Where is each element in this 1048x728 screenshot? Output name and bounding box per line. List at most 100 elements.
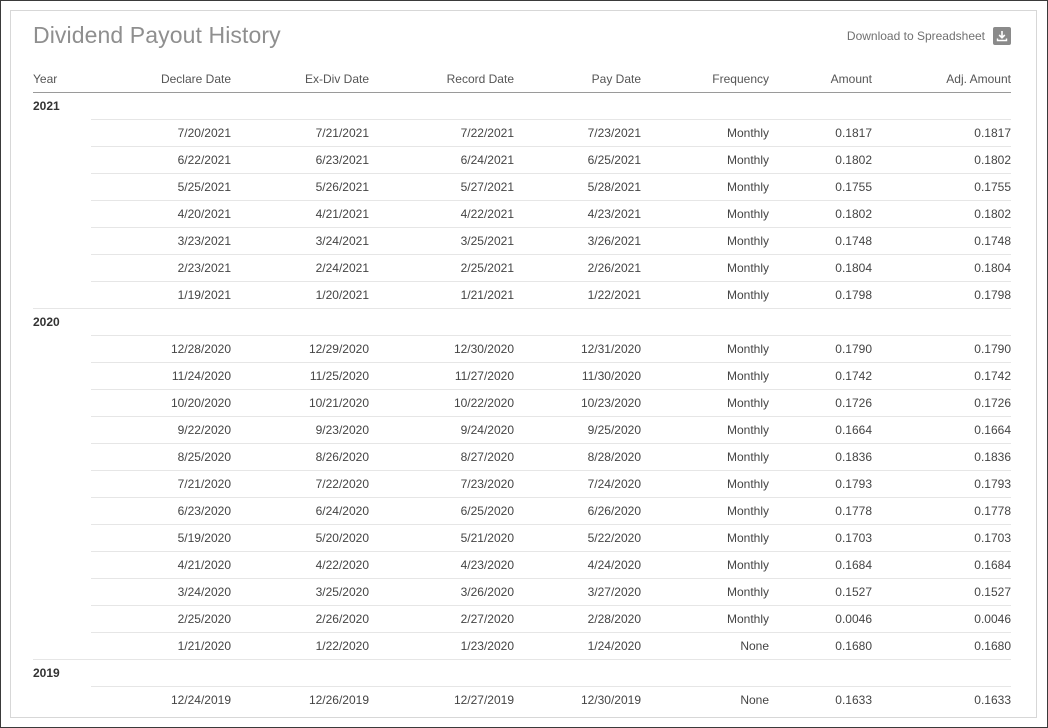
table-row: 7/21/2020 7/22/2020 7/23/2020 7/24/2020 Mont…	[33, 470, 1011, 498]
download-label: Download to Spreadsheet	[846, 29, 985, 43]
cell-ex-div-date: 2/26/2020	[231, 605, 369, 633]
cell-pay-date: 11/30/2020	[514, 362, 641, 390]
cell-pay-date: 3/26/2021	[514, 227, 641, 255]
cell-pay-date: 7/23/2021	[514, 119, 641, 147]
table-row: 1/21/2020 1/22/2020 1/23/2020 1/24/2020 None…	[33, 632, 1011, 660]
cell-amount: 0.1748	[769, 227, 872, 255]
page-title: Dividend Payout History	[33, 22, 281, 48]
column-header-frequency: Frequency	[641, 65, 769, 93]
cell-frequency: Monthly	[641, 470, 769, 498]
cell-ex-div-date: 9/23/2020	[231, 416, 369, 444]
table-row: 1/19/2021 1/20/2021 1/21/2021 1/22/2021 Mont…	[33, 281, 1011, 309]
cell-frequency: Monthly	[641, 443, 769, 471]
column-header-amount: Amount	[769, 65, 872, 93]
table-row: 8/25/2020 8/26/2020 8/27/2020 8/28/2020 Mont…	[33, 443, 1011, 471]
download-spreadsheet-button[interactable]: Download to Spreadsheet	[847, 27, 1011, 45]
cell-ex-div-date: 7/21/2021	[231, 119, 369, 147]
cell-pay-date: 7/24/2020	[514, 470, 641, 498]
cell-ex-div-date: 3/24/2021	[231, 227, 369, 255]
cell-pay-date: 4/24/2020	[514, 551, 641, 579]
table-row: 3/23/2021 3/24/2021 3/25/2021 3/26/2021 Mont…	[33, 227, 1011, 255]
year-cell	[33, 444, 91, 471]
cell-declare-date: 12/28/2020	[91, 335, 231, 363]
year-cell	[33, 471, 91, 498]
year-cell	[33, 120, 91, 147]
cell-ex-div-date: 1/22/2020	[231, 632, 369, 660]
year-cell	[33, 498, 91, 525]
table-row: 12/28/2020 12/29/2020 12/30/2020 12/31/2020…	[33, 335, 1011, 363]
cell-ex-div-date: 8/26/2020	[231, 443, 369, 471]
cell-frequency: Monthly	[641, 551, 769, 579]
cell-pay-date: 5/22/2020	[514, 524, 641, 552]
table-body: 2021 7/20/2021 7/21/2021 7/22/2021 7/23/2021…	[33, 93, 1011, 713]
column-header-ex-div-date: Ex-Div Date	[231, 65, 369, 93]
cell-record-date: 1/21/2021	[369, 281, 514, 309]
cell-frequency: Monthly	[641, 119, 769, 147]
cell-adj-amount: 0.1684	[872, 551, 1011, 579]
table-row: 6/22/2021 6/23/2021 6/24/2021 6/25/2021 Mont…	[33, 146, 1011, 174]
table-row: 12/24/2019 12/26/2019 12/27/2019 12/30/2019…	[33, 686, 1011, 713]
cell-frequency: None	[641, 632, 769, 660]
cell-adj-amount: 0.1742	[872, 362, 1011, 390]
cell-adj-amount: 0.1633	[872, 686, 1011, 713]
table-row: 4/20/2021 4/21/2021 4/22/2021 4/23/2021 Mont…	[33, 200, 1011, 228]
year-group-row: 2019	[33, 659, 1011, 687]
cell-record-date: 8/27/2020	[369, 443, 514, 471]
cell-adj-amount: 0.1748	[872, 227, 1011, 255]
cell-record-date: 12/27/2019	[369, 686, 514, 713]
cell-ex-div-date: 5/26/2021	[231, 173, 369, 201]
cell-record-date: 10/22/2020	[369, 389, 514, 417]
cell-ex-div-date: 6/24/2020	[231, 497, 369, 525]
cell-record-date: 5/27/2021	[369, 173, 514, 201]
cell-declare-date: 5/25/2021	[91, 173, 231, 201]
cell-ex-div-date: 12/29/2020	[231, 335, 369, 363]
cell-amount: 0.1684	[769, 551, 872, 579]
cell-frequency: Monthly	[641, 578, 769, 606]
cell-amount: 0.1703	[769, 524, 872, 552]
cell-declare-date: 4/20/2021	[91, 200, 231, 228]
cell-pay-date: 5/28/2021	[514, 173, 641, 201]
year-cell	[33, 417, 91, 444]
cell-amount: 0.1726	[769, 389, 872, 417]
cell-frequency: Monthly	[641, 281, 769, 309]
dividend-history-table: Year Declare Date Ex-Div Date Record Dat…	[33, 65, 1011, 713]
cell-record-date: 3/25/2021	[369, 227, 514, 255]
cell-pay-date: 10/23/2020	[514, 389, 641, 417]
column-header-record-date: Record Date	[369, 65, 514, 93]
cell-adj-amount: 0.1527	[872, 578, 1011, 606]
table-row: 11/24/2020 11/25/2020 11/27/2020 11/30/2020…	[33, 362, 1011, 390]
cell-frequency: Monthly	[641, 524, 769, 552]
cell-amount: 0.1793	[769, 470, 872, 498]
cell-declare-date: 12/24/2019	[91, 686, 231, 713]
cell-declare-date: 7/20/2021	[91, 119, 231, 147]
cell-pay-date: 8/28/2020	[514, 443, 641, 471]
cell-pay-date: 12/30/2019	[514, 686, 641, 713]
cell-amount: 0.1802	[769, 200, 872, 228]
cell-ex-div-date: 1/20/2021	[231, 281, 369, 309]
cell-adj-amount: 0.1703	[872, 524, 1011, 552]
cell-ex-div-date: 12/26/2019	[231, 686, 369, 713]
year-cell	[33, 255, 91, 282]
cell-record-date: 6/25/2020	[369, 497, 514, 525]
table-row: 5/25/2021 5/26/2021 5/27/2021 5/28/2021 Mont…	[33, 173, 1011, 201]
year-cell	[33, 228, 91, 255]
cell-ex-div-date: 5/20/2020	[231, 524, 369, 552]
cell-pay-date: 2/26/2021	[514, 254, 641, 282]
cell-declare-date: 7/21/2020	[91, 470, 231, 498]
table-row: 4/21/2020 4/22/2020 4/23/2020 4/24/2020 Mont…	[33, 551, 1011, 579]
cell-ex-div-date: 4/22/2020	[231, 551, 369, 579]
year-cell	[33, 336, 91, 363]
column-header-declare-date: Declare Date	[91, 65, 231, 93]
cell-declare-date: 11/24/2020	[91, 362, 231, 390]
cell-adj-amount: 0.1778	[872, 497, 1011, 525]
cell-amount: 0.1755	[769, 173, 872, 201]
cell-record-date: 7/22/2021	[369, 119, 514, 147]
cell-adj-amount: 0.1790	[872, 335, 1011, 363]
cell-record-date: 9/24/2020	[369, 416, 514, 444]
cell-record-date: 12/30/2020	[369, 335, 514, 363]
cell-declare-date: 6/23/2020	[91, 497, 231, 525]
year-cell	[33, 525, 91, 552]
cell-frequency: Monthly	[641, 146, 769, 174]
table-row: 2/25/2020 2/26/2020 2/27/2020 2/28/2020 Mont…	[33, 605, 1011, 633]
cell-amount: 0.1802	[769, 146, 872, 174]
